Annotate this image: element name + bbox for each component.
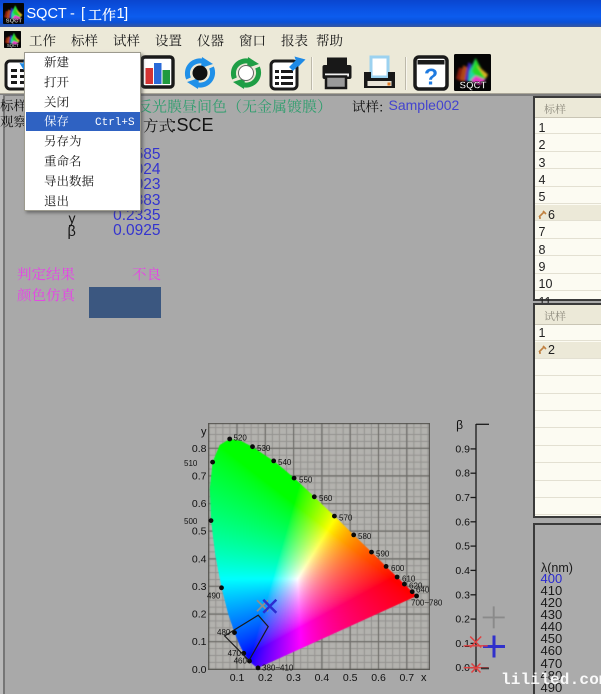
svg-text:0.2: 0.2 — [192, 609, 207, 621]
svg-text:0.3: 0.3 — [192, 581, 207, 593]
svg-text:0.5: 0.5 — [343, 672, 358, 684]
svg-text:0.2: 0.2 — [455, 614, 470, 626]
svg-text:β: β — [456, 418, 463, 432]
svg-text:y: y — [201, 426, 207, 438]
svg-text:SQCT: SQCT — [459, 80, 486, 91]
svg-text:?: ? — [424, 64, 438, 90]
svg-text:0.6: 0.6 — [455, 516, 470, 528]
svg-text:0.0: 0.0 — [192, 664, 207, 676]
svg-text:0.7: 0.7 — [192, 470, 207, 482]
svg-text:0.5: 0.5 — [455, 541, 470, 553]
svg-text:0.9: 0.9 — [455, 443, 470, 455]
svg-text:0.5: 0.5 — [192, 526, 207, 538]
svg-text:0.8: 0.8 — [192, 443, 207, 455]
svg-text:0.1: 0.1 — [192, 636, 207, 648]
svg-text:0.1: 0.1 — [230, 672, 245, 684]
svg-text:x: x — [421, 672, 427, 684]
svg-text:0.0: 0.0 — [455, 662, 470, 674]
svg-text:SQCT: SQCT — [6, 19, 23, 24]
svg-text:0.2: 0.2 — [258, 672, 273, 684]
svg-text:0.8: 0.8 — [455, 468, 470, 480]
svg-text:0.4: 0.4 — [192, 553, 207, 565]
svg-text:0.3: 0.3 — [455, 589, 470, 601]
svg-text:0.4: 0.4 — [315, 672, 330, 684]
svg-text:SQCT: SQCT — [7, 43, 19, 48]
svg-text:500: 500 — [184, 517, 198, 526]
svg-text:0.7: 0.7 — [399, 672, 414, 684]
svg-text:0.3: 0.3 — [286, 672, 301, 684]
svg-text:0.7: 0.7 — [455, 492, 470, 504]
svg-text:510: 510 — [184, 459, 198, 468]
svg-text:0.1: 0.1 — [455, 638, 470, 650]
svg-text:0.6: 0.6 — [192, 498, 207, 510]
svg-text:0.4: 0.4 — [455, 565, 470, 577]
svg-text:0.6: 0.6 — [371, 672, 386, 684]
